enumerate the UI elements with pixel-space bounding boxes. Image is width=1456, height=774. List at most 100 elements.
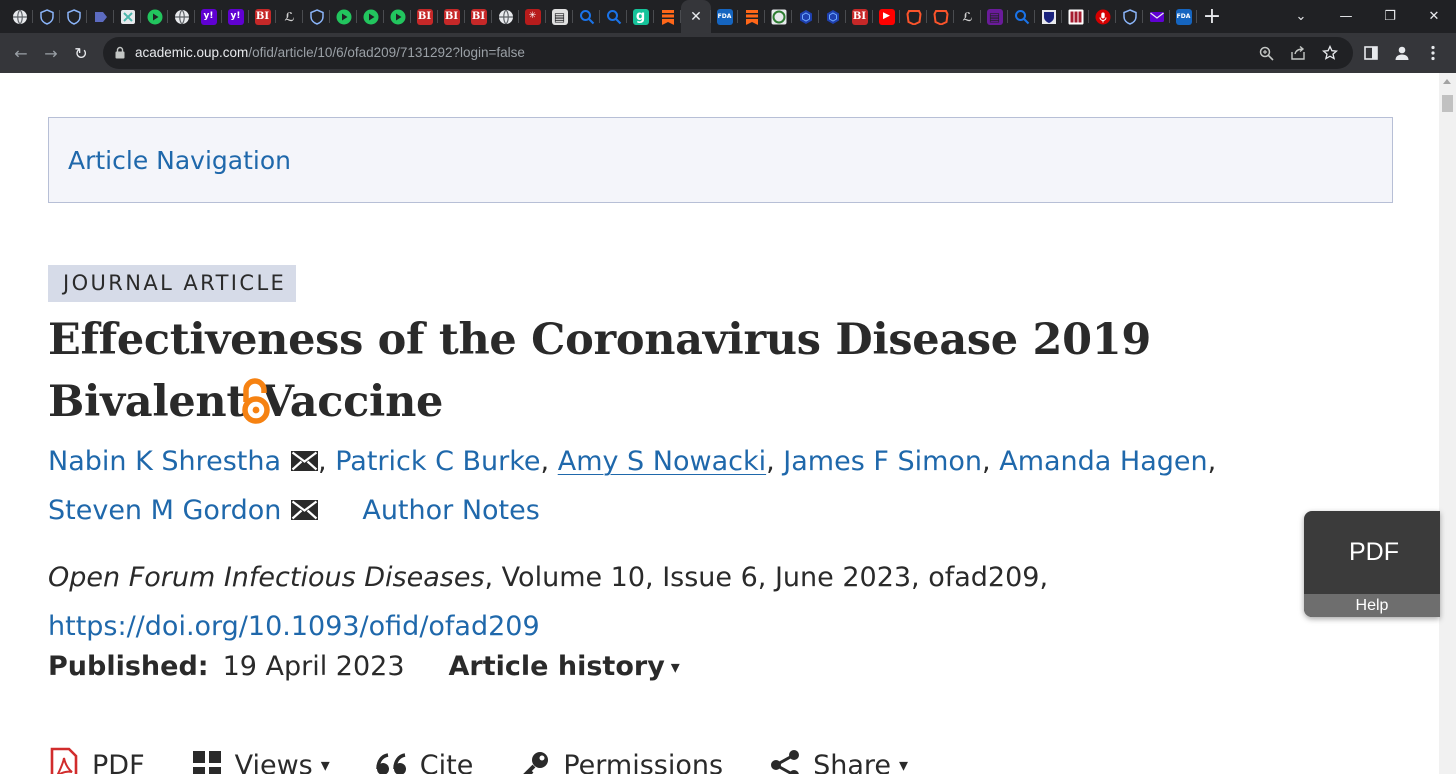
reload-icon[interactable]: ↻ xyxy=(66,38,96,68)
browser-tab[interactable] xyxy=(330,0,357,33)
browser-tab[interactable] xyxy=(1116,0,1143,33)
profile-icon[interactable] xyxy=(1386,38,1417,68)
article-history-button[interactable]: Article history ▾ xyxy=(449,651,680,682)
browser-tab[interactable]: FDA xyxy=(1170,0,1197,33)
pdf-button[interactable]: PDF xyxy=(48,747,145,774)
email-icon[interactable] xyxy=(291,451,319,471)
play-icon xyxy=(336,9,352,25)
author-link[interactable]: Nabin K Shrestha xyxy=(48,446,281,477)
minimize-icon[interactable]: — xyxy=(1324,0,1368,33)
browser-tab[interactable] xyxy=(384,0,411,33)
share-page-icon[interactable] xyxy=(1283,38,1313,68)
window-close-icon[interactable]: ✕ xyxy=(1412,0,1456,33)
browser-tab[interactable] xyxy=(792,0,819,33)
zoom-icon[interactable] xyxy=(1251,38,1281,68)
browser-tab[interactable]: BI xyxy=(438,0,465,33)
views-button[interactable]: Views ▾ xyxy=(191,749,330,774)
browser-tab[interactable]: BI xyxy=(249,0,276,33)
cite-button[interactable]: Cite xyxy=(376,749,473,774)
address-bar[interactable]: academic.oup.com/ofid/article/10/6/ofad2… xyxy=(103,37,1353,69)
browser-tab[interactable] xyxy=(765,0,792,33)
browser-tab[interactable]: BI xyxy=(411,0,438,33)
browser-tab[interactable] xyxy=(1089,0,1116,33)
pdf-widget-help[interactable]: Help xyxy=(1304,594,1440,617)
browser-tab[interactable] xyxy=(738,0,765,33)
tab-search-icon[interactable]: ⌄ xyxy=(1278,0,1324,33)
author-link[interactable]: Steven M Gordon xyxy=(48,495,281,526)
browser-tab[interactable] xyxy=(141,0,168,33)
browser-tab[interactable] xyxy=(114,0,141,33)
restore-icon[interactable]: ❐ xyxy=(1368,0,1412,33)
share-button[interactable]: Share ▾ xyxy=(769,749,908,774)
browser-tab[interactable] xyxy=(168,0,195,33)
omnibox-actions xyxy=(1251,37,1345,69)
author-link[interactable]: James F Simon xyxy=(783,446,982,477)
close-icon[interactable]: ✕ xyxy=(688,9,704,25)
browser-tab[interactable] xyxy=(6,0,33,33)
doi-link[interactable]: https://doi.org/10.1093/ofid/ofad209 xyxy=(48,611,540,642)
browser-tab[interactable]: y! xyxy=(222,0,249,33)
browser-tab[interactable] xyxy=(1062,0,1089,33)
browser-tab[interactable]: y! xyxy=(195,0,222,33)
new-tab-button[interactable]: + xyxy=(1197,0,1227,33)
published-label: Published: xyxy=(48,651,209,682)
browser-tab[interactable] xyxy=(819,0,846,33)
author-notes-link[interactable]: Author Notes xyxy=(362,495,539,526)
page-scrollbar[interactable] xyxy=(1439,73,1456,774)
email-icon[interactable] xyxy=(291,500,319,520)
star-icon[interactable] xyxy=(1315,38,1345,68)
browser-tab[interactable]: BI xyxy=(846,0,873,33)
browser-tab[interactable] xyxy=(600,0,627,33)
lock-icon[interactable] xyxy=(115,46,125,59)
article-navigation-label[interactable]: Article Navigation xyxy=(68,146,291,175)
author-link[interactable]: Patrick C Burke xyxy=(335,446,540,477)
browser-tab[interactable]: ℒ xyxy=(276,0,303,33)
browser-tab[interactable] xyxy=(927,0,954,33)
browser-tab[interactable] xyxy=(573,0,600,33)
browser-tab[interactable]: ▶ xyxy=(873,0,900,33)
article-type-label: JOURNAL ARTICLE xyxy=(63,271,287,295)
author-link[interactable]: Amanda Hagen xyxy=(999,446,1207,477)
url-text[interactable]: academic.oup.com/ofid/article/10/6/ofad2… xyxy=(135,45,525,60)
browser-tab[interactable] xyxy=(303,0,330,33)
browser-tab[interactable]: ▤ xyxy=(546,0,573,33)
browser-tab[interactable]: FDA xyxy=(711,0,738,33)
browser-tab-strip: y! y! BI ℒ BI BI BI ✳ ▤ g ✕ FDA BI ▶ ℒ ▤ FDA + ⌄ — ❐ ✕ xyxy=(0,0,1456,33)
browser-tab[interactable]: ✕ xyxy=(681,0,711,33)
article-page: Article Navigation JOURNAL ARTICLE Effec… xyxy=(0,73,1439,774)
citation: Open Forum Infectious Diseases, Volume 1… xyxy=(48,553,1048,651)
pdf-help-widget[interactable]: PDF Help xyxy=(1304,511,1440,617)
browser-tab[interactable] xyxy=(654,0,681,33)
permissions-button[interactable]: Permissions xyxy=(519,749,723,774)
browser-tab[interactable] xyxy=(87,0,114,33)
browser-tab[interactable] xyxy=(1035,0,1062,33)
browser-tab[interactable] xyxy=(492,0,519,33)
mic-icon xyxy=(1095,9,1111,25)
scrollbar-thumb[interactable] xyxy=(1442,95,1453,112)
menu-icon[interactable] xyxy=(1417,38,1448,68)
browser-tab[interactable] xyxy=(60,0,87,33)
news-icon: ▤ xyxy=(986,8,1003,25)
browser-tab[interactable]: ℒ xyxy=(954,0,981,33)
browser-tab[interactable]: ▤ xyxy=(981,0,1008,33)
browser-tab[interactable]: ✳ xyxy=(519,0,546,33)
search-icon xyxy=(1014,9,1030,25)
scroll-up-icon[interactable] xyxy=(1443,79,1451,84)
browser-tab[interactable] xyxy=(1008,0,1035,33)
forward-icon[interactable]: → xyxy=(36,38,66,68)
browser-tab[interactable] xyxy=(1143,0,1170,33)
play-icon xyxy=(147,9,163,25)
browser-tab[interactable]: BI xyxy=(465,0,492,33)
author-link[interactable]: Amy S Nowacki xyxy=(558,446,766,477)
shield-icon xyxy=(39,8,55,25)
back-icon[interactable]: ← xyxy=(6,38,36,68)
pdf-widget-label[interactable]: PDF xyxy=(1304,538,1440,567)
browser-tab[interactable] xyxy=(357,0,384,33)
browser-toolbar: ← → ↻ academic.oup.com/ofid/article/10/6… xyxy=(0,33,1456,73)
browser-tab[interactable] xyxy=(900,0,927,33)
article-navigation[interactable]: Article Navigation xyxy=(48,117,1393,203)
browser-tab[interactable] xyxy=(33,0,60,33)
fda-icon: FDA xyxy=(1175,8,1192,25)
sidepanel-icon[interactable] xyxy=(1355,38,1386,68)
browser-tab[interactable]: g xyxy=(627,0,654,33)
